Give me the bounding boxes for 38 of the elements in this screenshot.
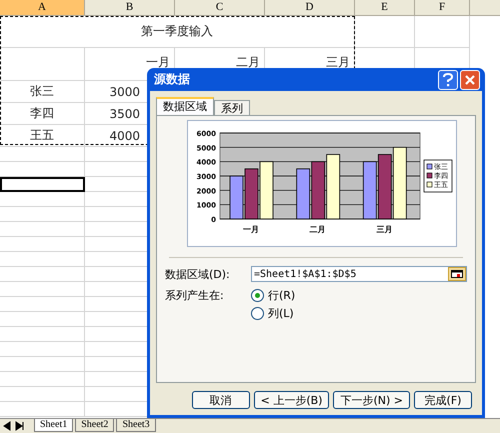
column-header[interactable]: B <box>85 0 175 15</box>
tab[interactable]: 数据区域 <box>156 97 214 115</box>
radio-option[interactable]: 行(R) <box>251 288 296 303</box>
range-select-icon <box>451 270 463 278</box>
dialog-button[interactable]: 取消 <box>192 391 250 409</box>
column-header[interactable]: D <box>265 0 355 15</box>
dialog-button[interactable]: < 上一步(B) <box>254 391 330 409</box>
axis-label: 二月 <box>310 225 326 234</box>
column-header[interactable]: A <box>0 0 85 15</box>
column-header[interactable]: E <box>355 0 415 15</box>
radio-label: 列(L) <box>268 306 294 321</box>
radio-label: 行(R) <box>268 288 296 303</box>
close-icon <box>464 74 476 86</box>
table-cell: 李四 <box>0 103 85 125</box>
column-header[interactable]: C <box>175 0 265 15</box>
tab[interactable]: 系列 <box>214 100 250 115</box>
dialog-button[interactable]: 完成(F) <box>414 391 472 409</box>
selected-cell[interactable] <box>0 177 85 192</box>
collapse-dialog-button[interactable] <box>448 267 466 281</box>
axis-label: 一月 <box>243 225 259 234</box>
radio-option[interactable]: 列(L) <box>251 306 296 321</box>
column-header[interactable]: F <box>415 0 470 15</box>
table-cell: 张三 <box>0 81 85 103</box>
radio-button[interactable] <box>251 289 264 302</box>
sheet-tab[interactable]: Sheet1 <box>34 419 74 432</box>
field-label: 系列产生在: <box>165 288 225 304</box>
help-icon <box>442 72 454 86</box>
close-button[interactable] <box>460 70 480 90</box>
sheet-tab[interactable]: Sheet3 <box>116 419 156 432</box>
range-field[interactable]: =Sheet1!$A$1:$D$5 <box>251 266 467 282</box>
field-label: 数据区域(D): <box>165 266 231 282</box>
table-cell: 王五 <box>0 125 85 147</box>
dialog-button[interactable]: 下一步(N) > <box>333 391 410 409</box>
table-cell: 第一季度输入 <box>0 16 355 48</box>
axis-label: 三月 <box>376 225 392 234</box>
sheet-tab[interactable]: Sheet2 <box>75 419 114 432</box>
radio-button[interactable] <box>251 307 264 320</box>
help-button[interactable] <box>438 70 458 90</box>
